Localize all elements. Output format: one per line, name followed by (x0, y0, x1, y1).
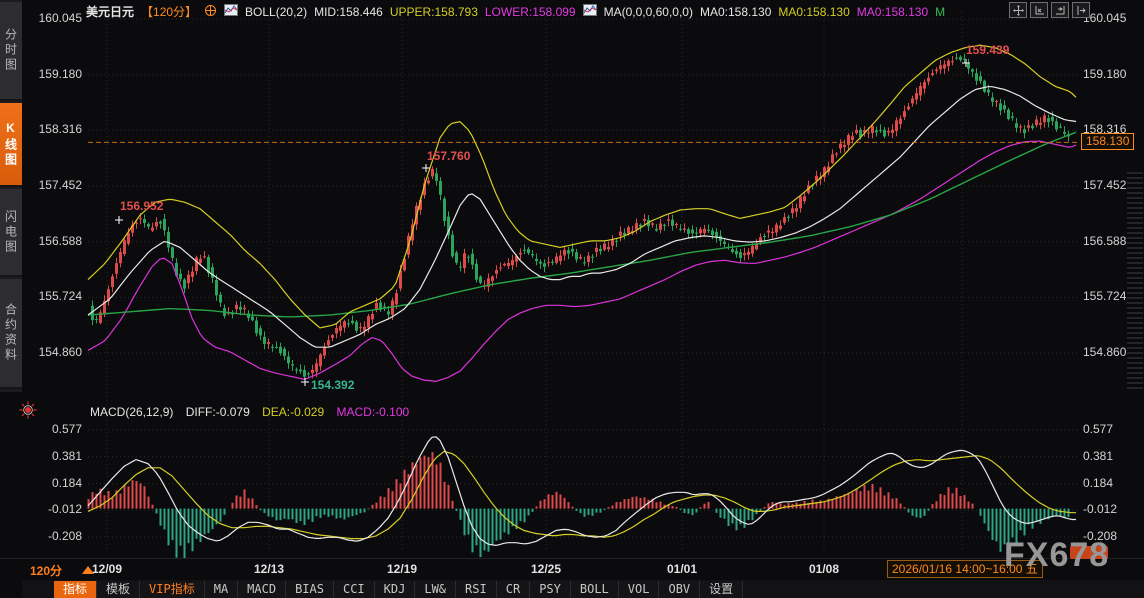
boll-indicator-icon[interactable] (224, 4, 238, 19)
macd-y-axis-label-right: -0.208 (1083, 529, 1117, 543)
main-y-axis-label-right: 157.452 (1083, 178, 1126, 192)
current-bar-time-label: 2026/01/16 14:00~16:00 五 (887, 560, 1043, 578)
chart-canvas (0, 0, 1144, 598)
x-axis-date-label: 01/08 (809, 562, 839, 576)
macd-diff-value: DIFF:-0.079 (186, 405, 250, 419)
timeframe-label: 120分 (30, 562, 62, 579)
main-y-axis-label-left: 154.860 (24, 345, 82, 359)
macd-header: MACD(26,12,9) DIFF:-0.079 DEA:-0.029 MAC… (90, 405, 418, 419)
macd-y-axis-label-left: -0.208 (24, 529, 82, 543)
main-y-axis-label-left: 155.724 (24, 289, 82, 303)
macd-y-axis-label-left: 0.577 (24, 422, 82, 436)
toolbar-item-KDJ[interactable]: KDJ (375, 581, 416, 598)
toolbar-item-VIP指标[interactable]: VIP指标 (140, 581, 205, 598)
price-extreme-annotation: 159.439 (966, 43, 1009, 57)
toolbar-item-VOL[interactable]: VOL (619, 581, 660, 598)
main-y-axis-label-right: 156.588 (1083, 234, 1126, 248)
main-y-axis-label-left: 157.452 (24, 178, 82, 192)
x-axis-date-label: 01/01 (667, 562, 697, 576)
main-y-axis-label-right: 155.724 (1083, 289, 1126, 303)
boll-lower-value: LOWER:158.099 (485, 5, 576, 19)
crosshair-toggle-icon[interactable] (204, 4, 217, 20)
main-y-axis-label-left: 160.045 (24, 11, 82, 25)
x-axis-date-label: 12/09 (92, 562, 122, 576)
ma0-magenta-value: MA0:158.130 (857, 5, 928, 19)
ma-green-partial: M (935, 5, 945, 19)
toolbar-item-设置[interactable]: 设置 (700, 581, 743, 598)
sidebar-tab-lightning-chart[interactable]: 闪电图 (0, 189, 22, 277)
price-extreme-annotation: 156.952 (120, 199, 163, 213)
toolbar-item-OBV[interactable]: OBV (659, 581, 700, 598)
shift-right-icon[interactable] (1072, 2, 1090, 18)
toolbar-item-CR[interactable]: CR (497, 581, 530, 598)
toolbar-item-RSI[interactable]: RSI (456, 581, 497, 598)
toolbar-item-LW&[interactable]: LW& (415, 581, 456, 598)
macd-y-axis-label-right: 0.184 (1083, 476, 1113, 490)
main-y-axis-label-left: 159.180 (24, 67, 82, 81)
macd-y-axis-label-right: 0.577 (1083, 422, 1113, 436)
ma0-white-value: MA0:158.130 (700, 5, 771, 19)
current-price-tag: 158.130 (1081, 133, 1134, 150)
sidebar-tab-time-chart[interactable]: 分时图 (0, 2, 22, 101)
toolbar-item-MA[interactable]: MA (205, 581, 238, 598)
macd-y-axis-label-right: -0.012 (1083, 502, 1117, 516)
toolbar-item-指标[interactable]: 指标 (54, 581, 97, 598)
toolbar-item-MACD[interactable]: MACD (238, 581, 286, 598)
ma0-yellow-value: MA0:158.130 (778, 5, 849, 19)
indicator-toolbar: 指标模板VIP指标MAMACDBIASCCIKDJLW&RSICRPSYBOLL… (54, 581, 743, 598)
x-axis-date-label: 12/25 (531, 562, 561, 576)
toolbar-item-BOLL[interactable]: BOLL (571, 581, 619, 598)
main-y-axis-label-left: 156.588 (24, 234, 82, 248)
macd-label: MACD(26,12,9) (90, 405, 173, 419)
boll-label: BOLL(20,2) (245, 5, 307, 19)
macd-y-axis-label-left: 0.184 (24, 476, 82, 490)
bottom-right-tag (1070, 546, 1108, 559)
scale-left-axis-icon[interactable] (1030, 2, 1048, 18)
alert-blink-icon[interactable] (17, 399, 39, 421)
scale-right-axis-icon[interactable] (1051, 2, 1069, 18)
x-axis-date-label: 12/19 (387, 562, 417, 576)
ma-label: MA(0,0,0,60,0,0) (604, 5, 693, 19)
boll-mid-value: MID:158.446 (314, 5, 383, 19)
symbol-name: 美元日元 (86, 3, 134, 20)
main-y-axis-label-right: 154.860 (1083, 345, 1126, 359)
x-axis-row: 120分 2026/01/16 14:00~16:00 五 12/09 12/13… (0, 558, 1144, 581)
trading-terminal: 分时图 K线图 闪电图 合约资料 美元日元 【120分】 BOLL(20,2) … (0, 0, 1144, 598)
macd-y-axis-label-left: 0.381 (24, 449, 82, 463)
x-axis-date-label: 12/13 (254, 562, 284, 576)
pan-tool-icon[interactable] (1009, 2, 1027, 18)
toolbar-item-PSY[interactable]: PSY (530, 581, 571, 598)
macd-y-axis-label-right: 0.381 (1083, 449, 1113, 463)
toolbar-item-BIAS[interactable]: BIAS (286, 581, 334, 598)
macd-dea-value: DEA:-0.029 (262, 405, 324, 419)
left-sidebar: 分时图 K线图 闪电图 合约资料 (0, 0, 22, 392)
toolbar-item-模板[interactable]: 模板 (97, 581, 140, 598)
main-y-axis-label-right: 159.180 (1083, 67, 1126, 81)
price-extreme-annotation: 157.760 (427, 149, 470, 163)
boll-upper-value: UPPER:158.793 (390, 5, 478, 19)
macd-macd-value: MACD:-0.100 (336, 405, 409, 419)
toolbar-item-CCI[interactable]: CCI (334, 581, 375, 598)
ma-indicator-icon[interactable] (583, 4, 597, 19)
sidebar-tab-kline-chart[interactable]: K线图 (0, 103, 22, 187)
vertical-scrollbar[interactable] (1127, 172, 1143, 390)
main-y-axis-label-left: 158.316 (24, 122, 82, 136)
period-badge[interactable]: 【120分】 (141, 3, 197, 20)
macd-y-axis-label-left: -0.012 (24, 502, 82, 516)
chart-tool-buttons (1009, 2, 1090, 18)
price-extreme-annotation: 154.392 (311, 378, 354, 392)
chart-header: 美元日元 【120分】 BOLL(20,2) MID:158.446 UPPER… (86, 3, 952, 20)
sidebar-tab-contract-info[interactable]: 合约资料 (0, 279, 22, 389)
